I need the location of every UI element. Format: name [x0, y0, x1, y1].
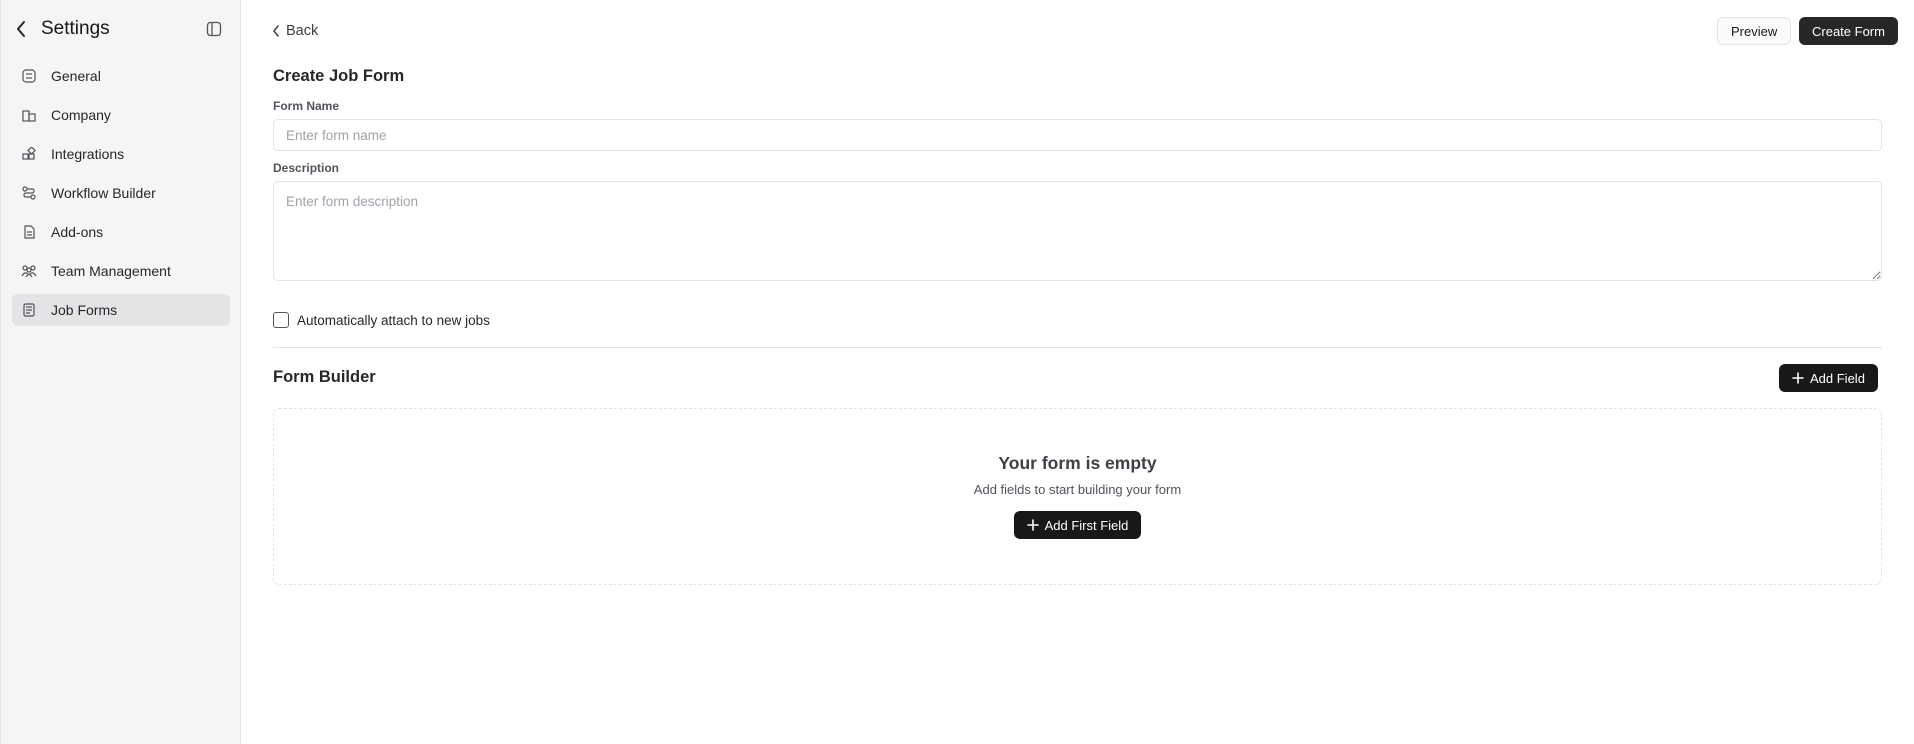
- form-empty-state: Your form is empty Add fields to start b…: [273, 408, 1882, 585]
- sidebar-item-add-ons[interactable]: Add-ons: [12, 216, 230, 248]
- sidebar-item-label: Company: [51, 107, 111, 123]
- sidebar-header: Settings: [15, 16, 224, 42]
- general-icon: [21, 68, 37, 84]
- auto-attach-option[interactable]: Automatically attach to new jobs: [273, 312, 490, 328]
- main-content: Back Preview Create Form Create Job Form…: [242, 0, 1914, 744]
- document-icon: [21, 224, 37, 240]
- description-label: Description: [273, 161, 340, 175]
- sidebar-item-label: General: [51, 68, 101, 84]
- sidebar-item-label: Integrations: [51, 146, 125, 162]
- page-title: Create Job Form: [273, 67, 405, 85]
- form-builder-title: Form Builder: [273, 368, 376, 386]
- sidebar-item-company[interactable]: Company: [12, 99, 230, 131]
- sidebar-item-job-forms[interactable]: Job Forms: [12, 294, 230, 326]
- sidebar-item-label: Team Management: [51, 263, 171, 279]
- sidebar-item-team-management[interactable]: Team Management: [12, 255, 230, 287]
- team-icon: [21, 263, 37, 279]
- add-first-field-label: Add First Field: [1044, 517, 1129, 533]
- plus-icon: [1792, 372, 1804, 384]
- section-divider: [273, 347, 1882, 348]
- sidebar-item-general[interactable]: General: [12, 60, 230, 92]
- chevron-left-icon[interactable]: [15, 18, 33, 40]
- sidebar-nav: General Company Integrations Workflow Bu…: [12, 60, 230, 333]
- create-form-button[interactable]: Create Form: [1799, 17, 1898, 45]
- chevron-left-icon: [273, 25, 279, 37]
- form-icon: [21, 302, 37, 318]
- back-label: Back: [286, 23, 319, 39]
- back-link[interactable]: Back: [272, 21, 318, 41]
- sidebar-title: Settings: [41, 18, 110, 39]
- panel-toggle-icon[interactable]: [204, 19, 224, 39]
- form-name-input[interactable]: [273, 119, 1882, 151]
- building-icon: [21, 107, 37, 123]
- integrations-icon: [21, 146, 37, 162]
- empty-state-title: Your form is empty: [998, 453, 1157, 473]
- description-textarea[interactable]: [273, 181, 1882, 281]
- add-field-label: Add Field: [1810, 370, 1865, 386]
- sidebar-item-label: Add-ons: [51, 224, 104, 240]
- auto-attach-label: Automatically attach to new jobs: [297, 312, 490, 328]
- preview-button[interactable]: Preview: [1717, 17, 1792, 45]
- empty-state-subtitle: Add fields to start building your form: [973, 482, 1182, 497]
- auto-attach-checkbox[interactable]: [273, 312, 289, 328]
- plus-icon: [1026, 519, 1039, 531]
- form-name-label: Form Name: [273, 99, 340, 113]
- sidebar-item-label: Workflow Builder: [51, 185, 156, 201]
- settings-sidebar: Settings General Company Integrations Wo…: [0, 0, 241, 744]
- sidebar-item-integrations[interactable]: Integrations: [12, 138, 230, 170]
- add-first-field-button[interactable]: Add First Field: [1013, 511, 1142, 539]
- add-field-button[interactable]: Add Field: [1779, 364, 1878, 392]
- sidebar-item-label: Job Forms: [51, 302, 118, 318]
- workflow-icon: [21, 185, 37, 201]
- sidebar-item-workflow-builder[interactable]: Workflow Builder: [12, 177, 230, 209]
